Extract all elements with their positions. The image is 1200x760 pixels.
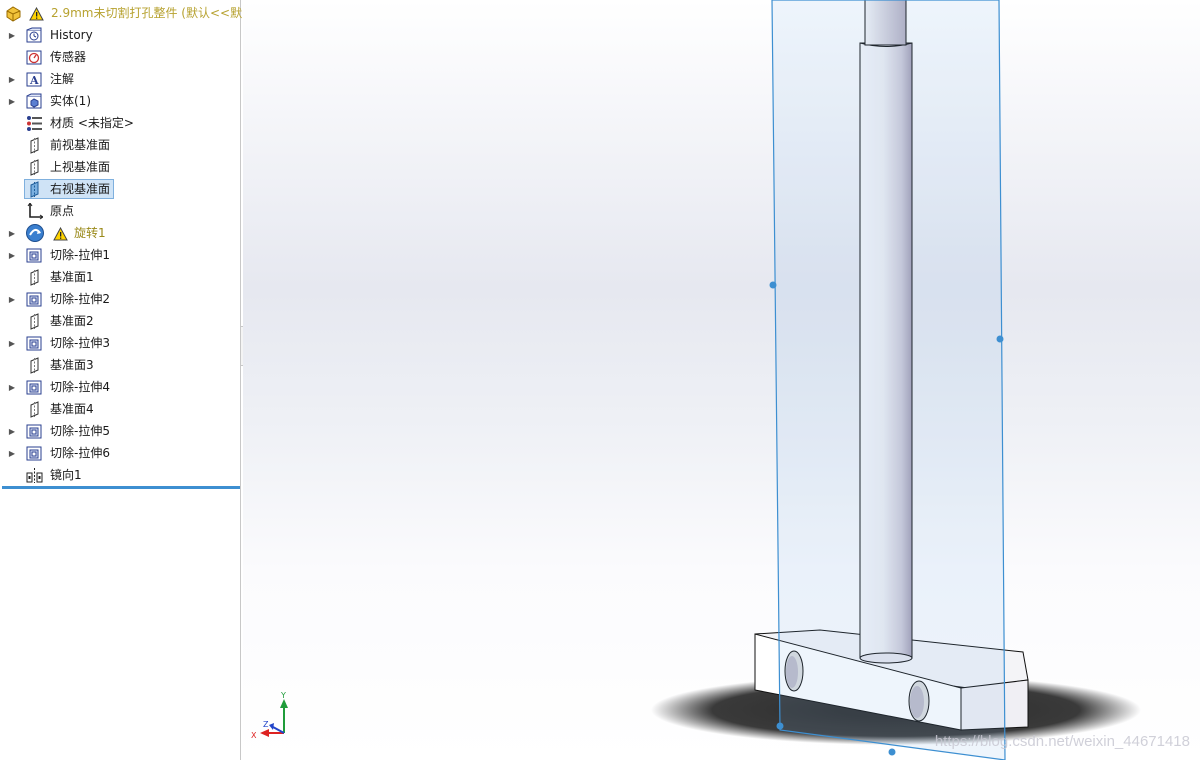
plane-handle-1 [769, 281, 777, 289]
rollback-bar[interactable] [2, 486, 240, 489]
tree-item[interactable]: 传感器 [0, 46, 241, 68]
origin-icon [26, 203, 43, 220]
model-scene: Y X Z [251, 0, 1141, 760]
graphics-viewport[interactable]: Y X Z https://blog.csdn.net/weixin_44671… [243, 0, 1200, 760]
tree-item-label: 基准面4 [50, 402, 94, 416]
plane-icon [26, 401, 43, 418]
triad-x-label: X [251, 731, 257, 740]
expand-arrow-icon[interactable]: ▶ [8, 332, 16, 354]
tree-item-label: 传感器 [50, 50, 87, 64]
tree-item[interactable]: ▶ 实体(1) [0, 90, 241, 112]
warning-icon [52, 225, 69, 242]
tree-item-label: 切除-拉伸4 [50, 380, 110, 394]
cut-extrude-icon [26, 379, 43, 396]
tree-item[interactable]: 前视基准面 [0, 134, 241, 156]
tree-item-label: 切除-拉伸2 [50, 292, 110, 306]
tree-item[interactable]: 基准面1 [0, 266, 241, 288]
tree-item[interactable]: 材质 <未指定> [0, 112, 241, 134]
tree-item-label: 镜向1 [50, 468, 82, 482]
tree-item-label: 右视基准面 [50, 182, 111, 196]
tree-item-label: 切除-拉伸1 [50, 248, 110, 262]
tree-item-label: 基准面1 [50, 270, 94, 284]
tree-item[interactable]: 右视基准面 [0, 178, 241, 200]
tree-item[interactable]: ▶ 旋转1 [0, 222, 241, 244]
svg-text:A: A [29, 74, 39, 87]
tree-item[interactable]: ▶ 切除-拉伸1 [0, 244, 241, 266]
solid-body-icon [26, 93, 43, 110]
tree-item[interactable]: ▶ 切除-拉伸5 [0, 420, 241, 442]
tree-item[interactable]: 基准面3 [0, 354, 241, 376]
feature-manager-tree: 2.9mm未切割打孔整件 (默认<<默 ▶ History 传感器 ▶ A 注解 ▶ 实体(1… [0, 0, 243, 760]
expand-arrow-icon[interactable]: ▶ [8, 442, 16, 464]
watermark-text: https://blog.csdn.net/weixin_44671418 [934, 733, 1190, 750]
expand-arrow-icon[interactable]: ▶ [8, 90, 16, 112]
cut-extrude-icon [26, 445, 43, 462]
plane-icon [26, 137, 43, 154]
tree-item-label: 切除-拉伸6 [50, 446, 110, 460]
plane-icon [26, 357, 43, 374]
tree-item[interactable]: 基准面4 [0, 398, 241, 420]
revolve-icon [25, 223, 45, 243]
tree-item-label: 基准面3 [50, 358, 94, 372]
annotation-icon: A [26, 71, 43, 88]
tree-item[interactable]: 上视基准面 [0, 156, 241, 178]
tree-item[interactable]: ▶ 切除-拉伸2 [0, 288, 241, 310]
cut-extrude-icon [26, 291, 43, 308]
tree-item-label: 材质 <未指定> [50, 116, 134, 130]
expand-arrow-icon[interactable]: ▶ [8, 420, 16, 442]
warning-icon [28, 5, 45, 22]
cut-extrude-icon [26, 423, 43, 440]
tree-item[interactable]: ▶ 切除-拉伸6 [0, 442, 241, 464]
tree-item-label: 注解 [50, 72, 75, 86]
cut-extrude-icon [26, 247, 43, 264]
plane-icon [26, 313, 43, 330]
tree-item[interactable]: ▶ A 注解 [0, 68, 241, 90]
plane-handle-4 [888, 748, 896, 756]
tree-item-label: 前视基准面 [50, 138, 111, 152]
part-title: 2.9mm未切割打孔整件 (默认<<默 [51, 6, 243, 20]
cut-extrude-icon [26, 335, 43, 352]
mirror-icon [26, 467, 43, 484]
plane-icon [26, 159, 43, 176]
expand-arrow-icon[interactable]: ▶ [8, 244, 16, 266]
tree-item-label: 上视基准面 [50, 160, 111, 174]
reference-triad: Y X Z [251, 691, 288, 740]
part-icon [5, 5, 22, 22]
tree-item[interactable]: ▶ 切除-拉伸4 [0, 376, 241, 398]
plane-handle-2 [996, 335, 1004, 343]
triad-z-label: Z [263, 720, 269, 729]
sensor-icon [26, 49, 43, 66]
expand-arrow-icon[interactable]: ▶ [8, 222, 16, 244]
plane-handle-3 [776, 722, 784, 730]
tree-item-label: History [50, 28, 93, 42]
tree-item-label: 实体(1) [50, 94, 91, 108]
triad-y-label: Y [280, 691, 286, 700]
plane-icon [26, 269, 43, 286]
expand-arrow-icon[interactable]: ▶ [8, 24, 16, 46]
tree-item-label: 切除-拉伸3 [50, 336, 110, 350]
tree-item-label: 切除-拉伸5 [50, 424, 110, 438]
tree-item[interactable]: 镜向1 [0, 464, 241, 486]
tree-item[interactable]: 原点 [0, 200, 241, 222]
tree-item[interactable]: 基准面2 [0, 310, 241, 332]
tree-item[interactable]: ▶ History [0, 24, 241, 46]
tree-item[interactable]: ▶ 切除-拉伸3 [0, 332, 241, 354]
right-plane-preview[interactable] [769, 0, 1006, 760]
expand-arrow-icon[interactable]: ▶ [8, 376, 16, 398]
tree-item-label: 基准面2 [50, 314, 94, 328]
expand-arrow-icon[interactable]: ▶ [8, 288, 16, 310]
plane-icon [26, 181, 43, 198]
expand-arrow-icon[interactable]: ▶ [8, 68, 16, 90]
history-icon [26, 27, 43, 44]
material-icon [26, 115, 43, 132]
tree-root-part[interactable]: 2.9mm未切割打孔整件 (默认<<默 [0, 2, 243, 24]
tree-item-label: 原点 [50, 204, 75, 218]
tree-item-label: 旋转1 [74, 226, 106, 240]
